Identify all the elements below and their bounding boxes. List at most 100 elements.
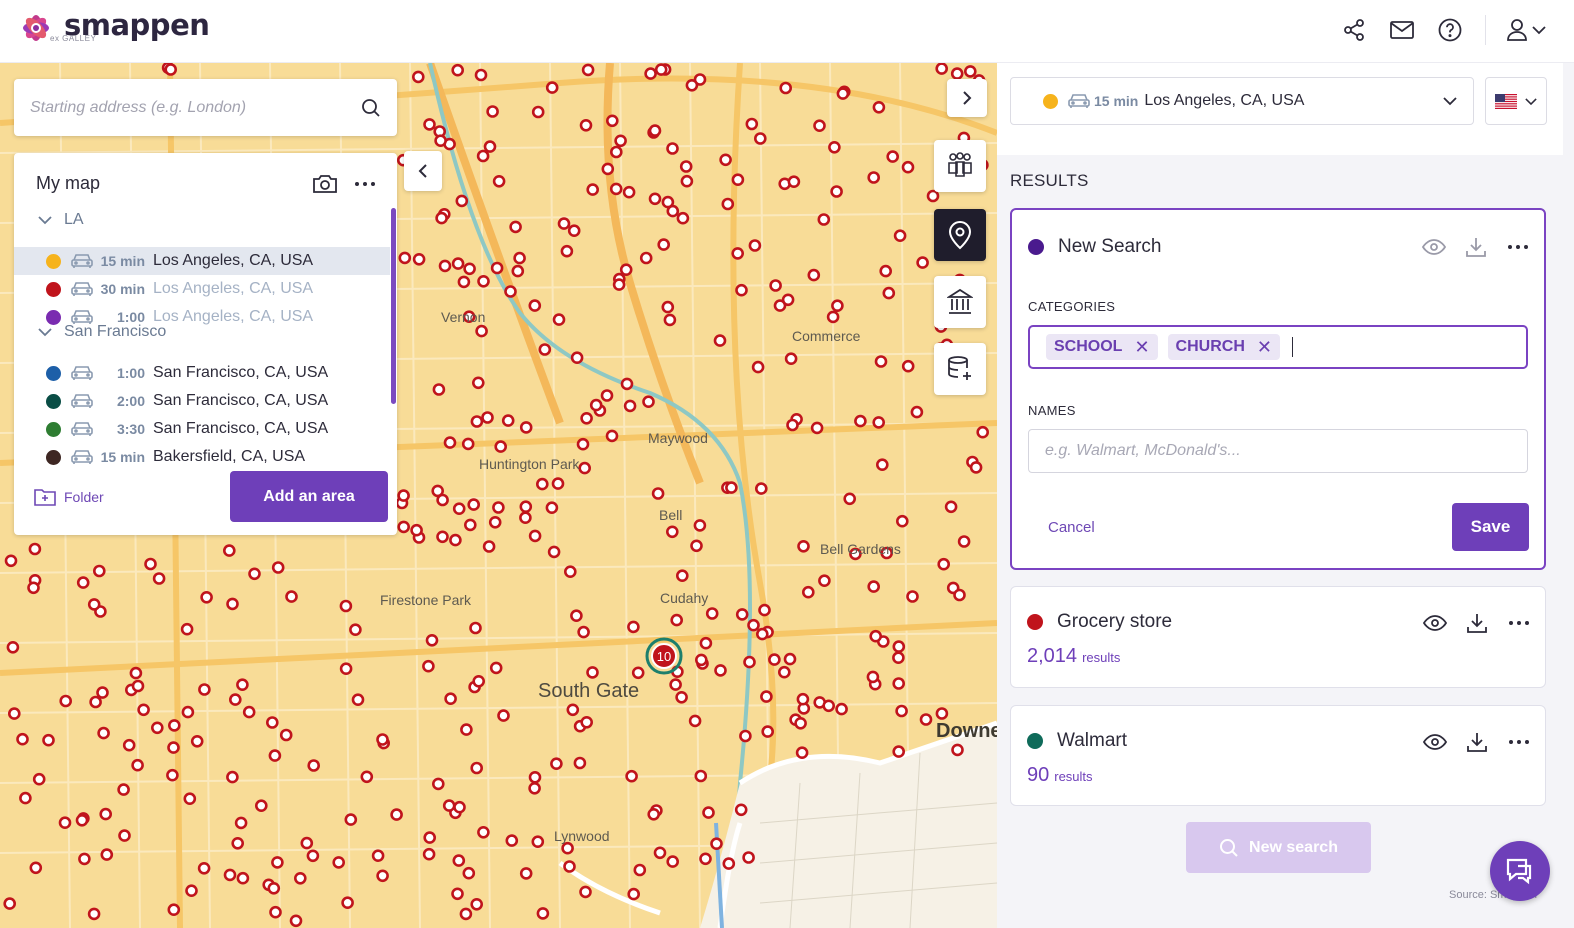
- poi-marker[interactable]: [436, 530, 449, 544]
- poi-marker[interactable]: [699, 636, 713, 650]
- poi-marker[interactable]: [87, 598, 101, 611]
- poi-marker[interactable]: [453, 800, 466, 814]
- folder-group-san-francisco[interactable]: San Francisco: [38, 323, 166, 341]
- poi-marker[interactable]: [926, 189, 940, 203]
- poi-marker[interactable]: [129, 666, 143, 680]
- poi-marker[interactable]: [452, 502, 466, 516]
- poi-marker[interactable]: [376, 869, 389, 883]
- poi-marker[interactable]: [653, 846, 667, 860]
- poi-marker[interactable]: [151, 721, 164, 735]
- poi-marker[interactable]: [198, 683, 211, 696]
- poi-marker[interactable]: [675, 690, 688, 704]
- poi-marker[interactable]: [813, 119, 826, 133]
- poi-marker[interactable]: [694, 653, 708, 667]
- poi-marker[interactable]: [786, 418, 799, 432]
- poi-marker[interactable]: [58, 816, 72, 830]
- poi-marker[interactable]: [937, 557, 951, 571]
- poi-marker[interactable]: [470, 415, 484, 428]
- poi-marker[interactable]: [307, 759, 321, 772]
- poi-marker[interactable]: [769, 279, 782, 292]
- poi-marker[interactable]: [183, 792, 197, 806]
- country-selector[interactable]: [1485, 77, 1547, 125]
- poi-marker[interactable]: [423, 831, 437, 844]
- poi-marker[interactable]: [875, 458, 889, 472]
- poi-marker[interactable]: [663, 313, 677, 327]
- poi-marker[interactable]: [545, 81, 559, 94]
- poi-marker[interactable]: [670, 613, 684, 627]
- poi-marker[interactable]: [32, 772, 46, 786]
- poi-marker[interactable]: [167, 741, 180, 754]
- poi-marker[interactable]: [699, 852, 712, 866]
- camera-icon[interactable]: [312, 173, 338, 195]
- poi-marker[interactable]: [676, 211, 690, 225]
- eye-icon[interactable]: [1423, 730, 1447, 754]
- poi-marker[interactable]: [438, 259, 452, 273]
- poi-marker[interactable]: [644, 67, 657, 80]
- poi-marker[interactable]: [87, 907, 101, 921]
- poi-marker[interactable]: [519, 500, 533, 514]
- poi-marker[interactable]: [633, 863, 647, 877]
- poi-marker[interactable]: [519, 511, 532, 525]
- poi-marker[interactable]: [797, 539, 810, 553]
- poi-marker[interactable]: [271, 856, 284, 869]
- poi-marker[interactable]: [605, 114, 619, 128]
- poi-marker[interactable]: [181, 705, 195, 719]
- poi-marker[interactable]: [795, 746, 809, 760]
- categories-input[interactable]: SCHOOL ✕ CHURCH ✕: [1028, 325, 1528, 369]
- poi-marker[interactable]: [622, 185, 636, 199]
- download-icon[interactable]: [1465, 730, 1489, 754]
- poi-marker[interactable]: [570, 609, 583, 623]
- poi-marker[interactable]: [552, 313, 566, 326]
- poi-marker[interactable]: [714, 664, 727, 677]
- poi-marker[interactable]: [747, 618, 760, 632]
- poi-marker[interactable]: [501, 414, 515, 427]
- poi-marker[interactable]: [586, 183, 600, 196]
- new-folder-button[interactable]: Folder: [34, 487, 104, 507]
- poi-marker[interactable]: [642, 395, 655, 409]
- data-import-tool-button[interactable]: [934, 343, 986, 395]
- poi-marker[interactable]: [743, 655, 756, 669]
- poi-marker[interactable]: [963, 65, 977, 78]
- poi-marker[interactable]: [528, 529, 542, 543]
- poi-marker[interactable]: [538, 343, 552, 356]
- poi-marker[interactable]: [242, 705, 256, 719]
- poi-marker[interactable]: [817, 213, 831, 226]
- poi-marker[interactable]: [435, 211, 448, 225]
- poi-marker[interactable]: [411, 70, 425, 84]
- poi-marker[interactable]: [536, 907, 550, 920]
- poi-marker[interactable]: [497, 709, 510, 722]
- more-options-icon[interactable]: [1506, 235, 1530, 259]
- poi-marker[interactable]: [557, 217, 571, 230]
- poi-marker[interactable]: [882, 286, 896, 300]
- poi-marker[interactable]: [867, 171, 881, 184]
- poi-marker[interactable]: [879, 264, 893, 278]
- poi-marker[interactable]: [567, 224, 581, 237]
- cancel-button[interactable]: Cancel: [1048, 519, 1095, 536]
- poi-search-tool-button[interactable]: [934, 209, 986, 261]
- poi-marker[interactable]: [3, 897, 16, 910]
- poi-marker[interactable]: [600, 389, 614, 402]
- poi-marker[interactable]: [647, 807, 661, 821]
- poi-marker[interactable]: [601, 162, 615, 176]
- poi-marker[interactable]: [731, 173, 745, 186]
- poi-marker[interactable]: [152, 572, 166, 585]
- poi-marker[interactable]: [474, 68, 488, 82]
- poi-marker[interactable]: [579, 885, 592, 899]
- remove-chip-icon[interactable]: ✕: [1257, 337, 1272, 358]
- poi-marker[interactable]: [117, 783, 130, 796]
- poi-marker[interactable]: [422, 847, 436, 861]
- poi-marker[interactable]: [451, 63, 465, 77]
- poi-marker[interactable]: [758, 603, 771, 617]
- poi-marker[interactable]: [268, 749, 282, 762]
- poi-marker[interactable]: [612, 278, 626, 291]
- poi-marker[interactable]: [935, 63, 948, 75]
- poi-marker[interactable]: [412, 253, 426, 266]
- poi-marker[interactable]: [639, 251, 653, 265]
- poi-marker[interactable]: [481, 411, 494, 424]
- poi-marker[interactable]: [783, 652, 797, 666]
- poi-marker[interactable]: [874, 355, 888, 368]
- poi-marker[interactable]: [300, 836, 314, 850]
- poi-marker[interactable]: [760, 690, 773, 703]
- poi-marker[interactable]: [794, 716, 807, 730]
- poi-marker[interactable]: [685, 78, 699, 92]
